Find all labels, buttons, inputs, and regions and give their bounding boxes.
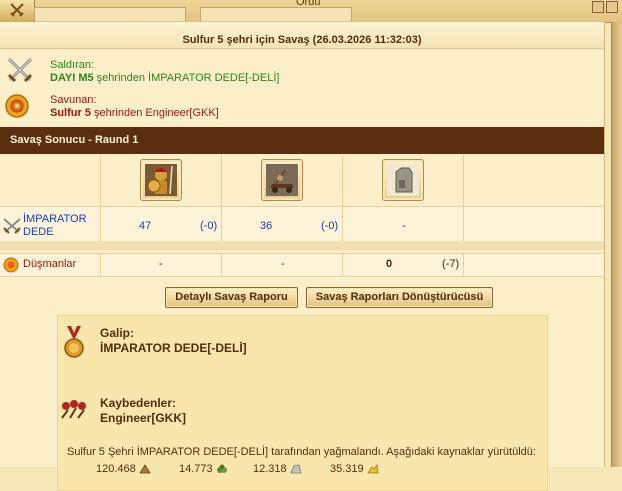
enemy-count-hoplite: - [159, 258, 163, 270]
marble-amount: 12.318 [253, 463, 287, 475]
unit-cell-wall [342, 154, 464, 206]
defender-city[interactable]: Sulfur 5 [50, 107, 91, 119]
enemy-units-row: Düşmanlar - - 0 (-7) [0, 253, 604, 277]
enemy-count-wall: 0 [386, 258, 393, 270]
attack-swords-small-icon [3, 218, 21, 234]
resource-sulfur: 35.319 [330, 463, 379, 475]
unit-cell-catapult [221, 154, 343, 206]
grid-divider [100, 207, 101, 242]
attacker-count-wall: - [402, 220, 406, 232]
attacker-row-name[interactable]: İMPARATOR DEDE [23, 213, 98, 239]
winner-name[interactable]: İMPARATOR DEDE[-DELİ] [100, 341, 247, 355]
wine-icon [216, 464, 227, 474]
resource-wine: 14.773 [179, 463, 228, 475]
hoplite-icon[interactable] [140, 159, 182, 201]
unit-cell-hoplite [100, 154, 222, 206]
scrollbar[interactable] [611, 22, 622, 467]
enemy-count-catapult: - [281, 258, 285, 270]
report-converter-button[interactable]: Savaş Raporları Dönüştürücüsü [306, 287, 493, 308]
menu-button[interactable] [0, 0, 35, 23]
grid-divider [100, 254, 101, 276]
minimize-icon[interactable] [592, 1, 604, 13]
attacker-origin: şehrinden İMPARATOR DEDE[-DELİ] [93, 72, 280, 84]
tab-left[interactable] [34, 7, 186, 21]
tab-middle[interactable] [200, 7, 352, 21]
battle-result-header: Savaş Sonucu - Raund 1 [0, 127, 604, 154]
unit-cell-empty [463, 154, 605, 206]
row-separator [0, 241, 604, 250]
resource-wood: 120.468 [96, 463, 151, 475]
defense-shield-small-icon [3, 257, 19, 273]
enemy-row-name: Düşmanlar [23, 258, 77, 270]
wood-amount: 120.468 [96, 463, 136, 475]
attacker-label: Saldıran: [50, 59, 95, 71]
grid-divider [463, 207, 464, 242]
window-controls [590, 1, 618, 16]
catapult-icon[interactable] [261, 159, 303, 201]
window-title: Ordu [296, 0, 321, 8]
defender-label: Savunan: [50, 94, 97, 106]
wall-icon[interactable] [382, 159, 424, 201]
close-icon[interactable] [606, 1, 618, 13]
grid-divider [342, 254, 343, 276]
grid-divider [221, 207, 222, 242]
grid-divider [463, 254, 464, 276]
loser-label: Kaybedenler: [100, 396, 177, 410]
attacker-count-catapult: 36 [260, 220, 273, 232]
sulfur-icon [366, 464, 379, 474]
attacker-loss-catapult: (-0) [321, 220, 339, 232]
attacker-player[interactable]: DAYI M5 [50, 72, 94, 84]
battle-report-panel: Sulfur 5 şehri için Savaş (26.03.2026 11… [0, 22, 605, 491]
unit-header-row [0, 154, 604, 206]
sulfur-amount: 35.319 [330, 463, 364, 475]
attack-swords-icon [7, 57, 33, 83]
attacker-units-row: İMPARATOR DEDE 47 (-0) 36 (-0) - [0, 206, 604, 242]
top-strip: Ordu [0, 0, 622, 23]
attacker-count-hoplite: 47 [139, 220, 152, 232]
battle-title: Sulfur 5 şehri için Savaş (26.03.2026 11… [0, 22, 604, 49]
crossed-swords-icon [10, 3, 24, 17]
attacker-loss-hoplite: (-0) [200, 220, 218, 232]
defeated-troops-icon [61, 400, 86, 419]
enemy-loss-wall: (-7) [442, 258, 460, 270]
grid-divider [221, 254, 222, 276]
loser-name[interactable]: Engineer[GKK] [100, 411, 186, 425]
resource-marble: 12.318 [253, 463, 302, 475]
marble-icon [290, 464, 302, 474]
battle-summary-box: Galip: İMPARATOR DEDE[-DELİ] Kaybedenler… [57, 315, 548, 491]
wood-icon [139, 464, 151, 474]
detailed-report-button[interactable]: Detaylı Savaş Raporu [165, 287, 298, 308]
defender-origin: şehrinden Engineer[GKK] [90, 107, 219, 119]
attacker-line: DAYI M5 şehrinden İMPARATOR DEDE[-DELİ] [50, 72, 279, 84]
defense-shield-icon [5, 94, 29, 118]
grid-divider [342, 207, 343, 242]
medal-icon [64, 326, 84, 358]
wine-amount: 14.773 [179, 463, 213, 475]
plunder-text: Sulfur 5 Şehri İMPARATOR DEDE[-DELİ] tar… [67, 446, 536, 458]
defender-line: Sulfur 5 şehrinden Engineer[GKK] [50, 107, 219, 119]
winner-label: Galip: [100, 326, 135, 340]
